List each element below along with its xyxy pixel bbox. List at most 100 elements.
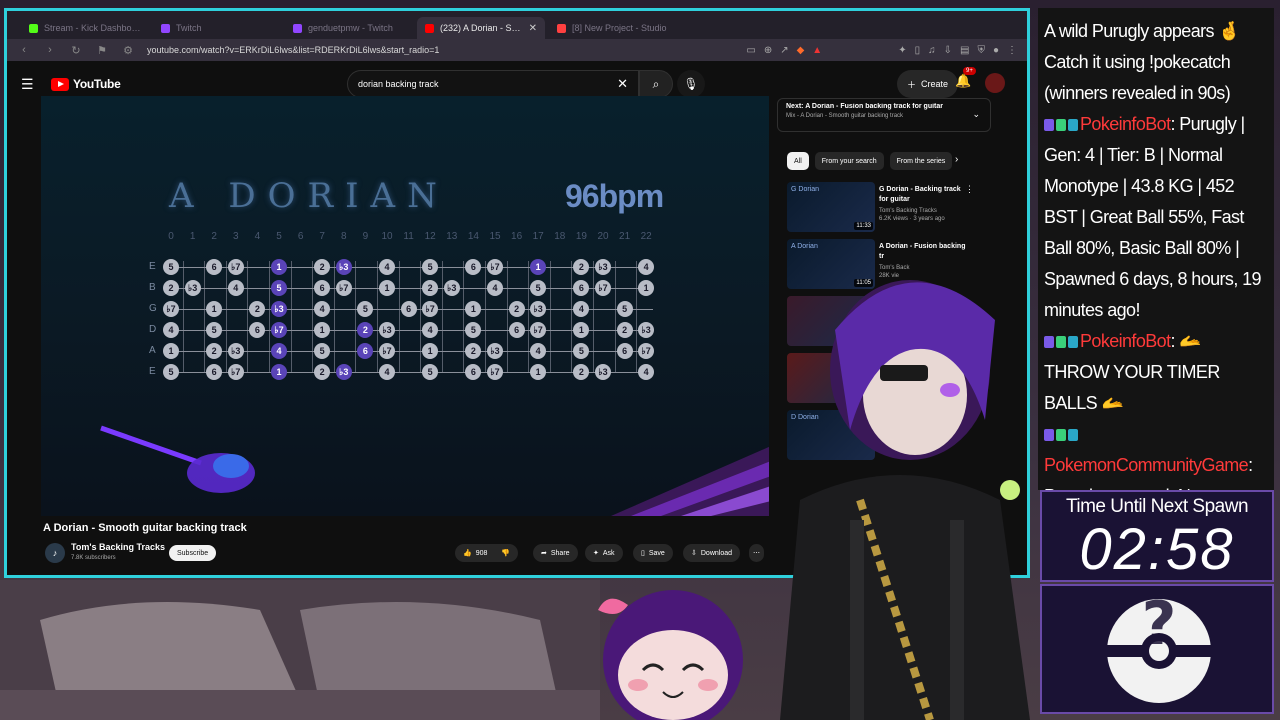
fret-line (636, 261, 638, 373)
timer-value: 02:58 (1079, 517, 1235, 582)
voice-search-button[interactable]: 🎙 (677, 70, 705, 98)
browser-tab[interactable]: genduetpmw - Twitch (285, 17, 413, 39)
more-dots-icon: ⋯ (753, 550, 760, 557)
browser-tab[interactable]: (232) A Dorian - Smooth guit ✕ (417, 17, 545, 39)
downloads-icon[interactable]: ⇩ (944, 45, 952, 56)
fret-number: 18 (554, 231, 566, 242)
puzzle-icon[interactable]: ✦ (898, 45, 906, 56)
vtuber-avatar (780, 280, 1030, 720)
spawn-timer: Time Until Next Spawn 02:58 (1040, 490, 1274, 582)
search-input[interactable] (358, 79, 618, 89)
up-next-subtitle: Mix - A Dorian - Smooth guitar backing t… (786, 113, 904, 119)
string-label: D (149, 324, 157, 335)
fret-line (506, 261, 508, 373)
fret-number: 15 (489, 231, 501, 242)
fretboard-note: 1 (530, 259, 547, 275)
fretboard-note: 2 (249, 301, 266, 317)
adblock-icon[interactable]: ▲ (812, 45, 822, 56)
chat-badge-icon (1044, 336, 1054, 349)
browser-tab[interactable]: Twitch (153, 17, 281, 39)
chat-username[interactable]: PokeinfoBot (1080, 114, 1171, 134)
sidebar-icon[interactable]: ▯ (915, 45, 921, 56)
like-button[interactable]: 👍 908 👎 (455, 544, 519, 562)
subscribe-button[interactable]: Subscribe (169, 545, 217, 561)
filter-chip[interactable]: From your search (814, 152, 884, 170)
chevron-down-icon[interactable]: ⌄ (972, 109, 980, 120)
back-icon[interactable]: ‹ (17, 44, 31, 56)
browser-tab[interactable]: [8] New Project - Studio (549, 17, 677, 39)
avatar[interactable] (985, 73, 1005, 93)
fretboard-note: 6 (465, 364, 482, 380)
more-options-icon[interactable]: ⋮ (965, 184, 974, 195)
search-button[interactable]: ⌕ (639, 70, 673, 98)
mic-icon: 🎙 (683, 77, 699, 91)
bookmark-icon[interactable]: ⚑ (95, 44, 109, 57)
fret-line (593, 261, 594, 373)
create-label: Create (921, 79, 949, 89)
profile-icon[interactable]: ● (993, 45, 999, 56)
channel-name[interactable]: Tom's Backing Tracks (71, 542, 165, 552)
split-icon[interactable]: ▤ (960, 45, 969, 56)
cast-icon[interactable]: ▭ (746, 45, 755, 56)
fret-line (204, 261, 206, 373)
fretboard-note: 1 (379, 280, 395, 296)
share-button[interactable]: ➦ Share (533, 544, 578, 562)
extension-icon[interactable]: ◆ (797, 45, 805, 56)
recommendation-title[interactable]: G Dorian - Backing track for guitar (879, 185, 967, 205)
fret-number: 20 (597, 231, 609, 242)
media-icon[interactable]: ♫ (928, 45, 936, 56)
filter-chip[interactable]: From the series (889, 152, 953, 170)
site-info-icon[interactable]: ⚙ (121, 44, 135, 57)
fret-line (485, 261, 486, 373)
browser-tab[interactable]: Stream - Kick Dashboard (21, 17, 149, 39)
thumbs-up-icon: 👍 (463, 550, 472, 557)
fretboard-note: 5 (163, 364, 179, 380)
tab-label: genduetpmw - Twitch (308, 23, 393, 33)
fretboard-note: ♭7 (335, 280, 352, 296)
close-tab-icon[interactable]: ✕ (529, 23, 537, 34)
chevron-right-icon[interactable]: › (955, 154, 958, 165)
chat-badge-icon (1068, 336, 1078, 349)
channel-avatar[interactable]: ♪ (45, 543, 65, 563)
reload-icon[interactable]: ↻ (69, 44, 83, 57)
fretboard-note: 4 (379, 364, 395, 380)
hamburger-menu-icon[interactable]: ☰ (21, 76, 43, 93)
fretboard-note: 2 (508, 301, 525, 317)
forward-icon[interactable]: › (43, 44, 57, 56)
chat-badge-icon (1056, 429, 1066, 442)
up-next-card[interactable]: Next: A Dorian - Fusion backing track fo… (777, 98, 991, 132)
fretboard-note: ♭3 (379, 322, 395, 338)
thumbs-down-icon[interactable]: 👎 (501, 549, 510, 557)
fret-number: 21 (619, 231, 631, 242)
fret-number: 8 (341, 231, 347, 242)
ask-button[interactable]: ✦ Ask (585, 544, 623, 562)
fret-line (355, 261, 357, 373)
menu-dots-icon[interactable]: ⋮ (1007, 45, 1017, 56)
video-player[interactable]: A DORIAN 96bpm 0 1 2 3 4 5 6 7 8 9 10 11 12 13 14 15 16 1… (41, 96, 769, 516)
fretboard-note: 2 (314, 364, 331, 380)
youtube-logo[interactable]: YouTube (51, 77, 121, 91)
fretboard-note: 5 (616, 301, 633, 317)
fretboard-note: ♭3 (335, 259, 352, 275)
download-button[interactable]: ⇩ Download (683, 544, 741, 562)
fretboard-note: 4 (573, 301, 590, 317)
save-button[interactable]: ▯ Save (633, 544, 673, 562)
chat-badge-icon (1056, 119, 1066, 132)
chat-text: : Purugly | Gen: 4 | Tier: B | Normal Mo… (1044, 114, 1262, 320)
share-page-icon[interactable]: ↗ (780, 45, 788, 56)
bell-icon[interactable]: 🔔 (955, 73, 971, 89)
search-icon: ⌕ (652, 76, 660, 91)
shield-icon[interactable]: ⛨ (977, 45, 985, 56)
filter-chip[interactable]: All (787, 152, 809, 170)
fretboard-note: 6 (508, 322, 525, 338)
fretboard-note: ♭7 (638, 343, 655, 359)
chat-username[interactable]: PokeinfoBot (1080, 331, 1171, 351)
clear-search-icon[interactable]: ✕ (617, 76, 628, 92)
zoom-icon[interactable]: ⊕ (764, 45, 772, 56)
video-art-bpm: 96bpm (565, 178, 664, 214)
create-button[interactable]: ＋ Create (897, 70, 959, 98)
fret-line (377, 261, 378, 373)
chat-username[interactable]: PokemonCommunityGame (1044, 455, 1249, 475)
url-field[interactable]: youtube.com/watch?v=ERKrDiL6lws&list=RDE… (147, 45, 734, 55)
fretboard-note: 5 (163, 259, 179, 275)
